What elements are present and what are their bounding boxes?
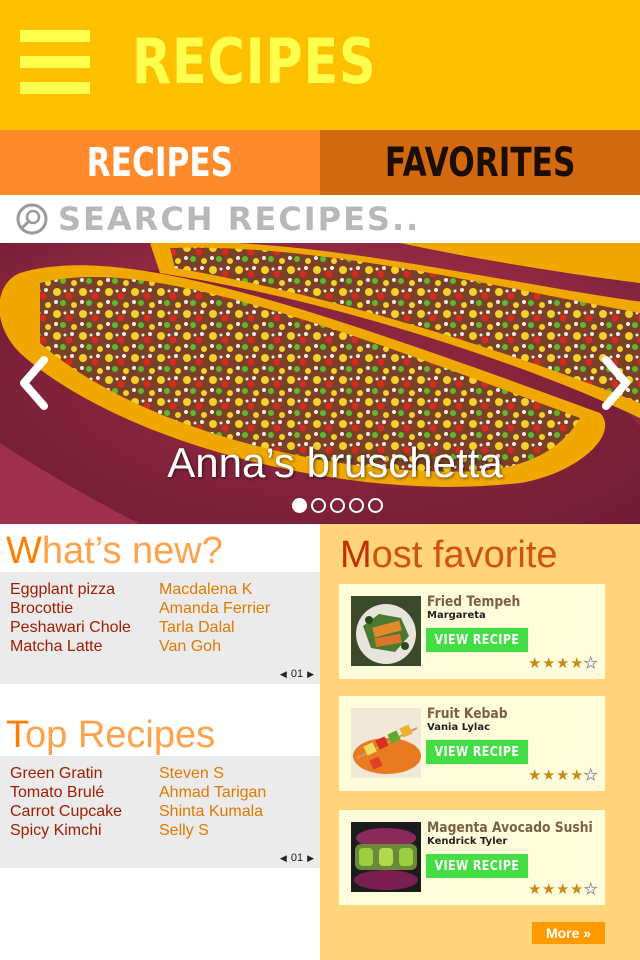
most-favorite-title: Most favorite	[340, 534, 558, 576]
list-item-author[interactable]: Macdalena K	[159, 580, 270, 599]
star-empty-icon: ★	[584, 767, 598, 784]
slider-dot[interactable]	[292, 498, 307, 513]
fried-tempeh-thumbnail	[351, 596, 421, 666]
prev-page-icon[interactable]: ◀	[280, 669, 287, 680]
whats-new-pager: ◀ 01 ▶	[280, 668, 314, 680]
list-item[interactable]: Brocottie	[10, 599, 131, 618]
hero-slider[interactable]: Anna’s bruschetta	[0, 243, 640, 524]
star-filled-icon: ★	[528, 655, 542, 672]
fruit-kebab-thumbnail	[351, 708, 421, 778]
list-item-author[interactable]: Steven S	[159, 764, 266, 783]
top-recipes-title: Top Recipes	[6, 714, 216, 756]
hamburger-menu-icon[interactable]	[20, 30, 90, 94]
tab-favorites[interactable]: FAVORITES	[320, 130, 640, 195]
star-filled-icon: ★	[542, 767, 556, 784]
tab-recipes-label: RECIPES	[86, 139, 234, 186]
hero-caption: Anna’s bruschetta	[167, 439, 503, 486]
list-item-author[interactable]: Shinta Kumala	[159, 802, 266, 821]
whats-new-list: Eggplant pizza Brocottie Peshawari Chole…	[0, 572, 320, 684]
view-recipe-button[interactable]: VIEW RECIPE	[426, 628, 528, 652]
star-filled-icon: ★	[570, 881, 584, 898]
app-header: RECIPES	[0, 0, 640, 130]
slider-dot[interactable]	[330, 498, 345, 513]
search-bar	[0, 195, 640, 243]
favorite-name: Fried Tempeh	[427, 594, 521, 610]
list-item[interactable]: Carrot Cupcake	[10, 802, 122, 821]
right-column: Most favorite Fried Tempeh Margareta VIE…	[320, 524, 640, 960]
slider-dot[interactable]	[349, 498, 364, 513]
star-empty-icon: ★	[584, 881, 598, 898]
favorite-name: Fruit Kebab	[427, 706, 508, 722]
list-item-author[interactable]: Tarla Dalal	[159, 618, 270, 637]
list-item-author[interactable]: Van Goh	[159, 637, 270, 656]
star-filled-icon: ★	[556, 881, 570, 898]
slider-dot[interactable]	[368, 498, 383, 513]
list-item[interactable]: Eggplant pizza	[10, 580, 131, 599]
list-item[interactable]: Spicy Kimchi	[10, 821, 122, 840]
slider-dot[interactable]	[311, 498, 326, 513]
rating-stars: ★ ★ ★ ★ ★	[528, 881, 598, 898]
star-filled-icon: ★	[542, 881, 556, 898]
chevron-left-icon[interactable]	[14, 348, 54, 418]
search-input[interactable]	[58, 197, 618, 241]
app-title: RECIPES	[132, 25, 377, 98]
favorite-author: Kendrick Tyler	[427, 836, 508, 847]
favorite-author: Margareta	[427, 610, 486, 621]
star-empty-icon: ★	[584, 655, 598, 672]
whats-new-authors: Macdalena K Amanda Ferrier Tarla Dalal V…	[159, 580, 270, 656]
star-filled-icon: ★	[542, 655, 556, 672]
star-filled-icon: ★	[528, 881, 542, 898]
slider-dots	[292, 498, 383, 514]
list-item[interactable]: Tomato Brulé	[10, 783, 122, 802]
view-recipe-button[interactable]: VIEW RECIPE	[426, 854, 528, 878]
next-page-icon[interactable]: ▶	[307, 853, 314, 864]
star-filled-icon: ★	[556, 655, 570, 672]
rating-stars: ★ ★ ★ ★ ★	[528, 655, 598, 672]
tab-bar: RECIPES FAVORITES	[0, 130, 640, 195]
magenta-avocado-sushi-thumbnail	[351, 822, 421, 892]
page-number: 01	[290, 852, 304, 864]
tab-recipes[interactable]: RECIPES	[0, 130, 320, 195]
list-item[interactable]: Matcha Latte	[10, 637, 131, 656]
chevron-right-icon[interactable]	[596, 348, 636, 418]
list-item[interactable]: Peshawari Chole	[10, 618, 131, 637]
whats-new-title: What’s new?	[6, 530, 223, 572]
top-recipes-pager: ◀ 01 ▶	[280, 852, 314, 864]
star-filled-icon: ★	[570, 655, 584, 672]
favorite-name: Magenta Avocado Sushi	[427, 820, 593, 836]
top-recipes-recipes: Green Gratin Tomato Brulé Carrot Cupcake…	[10, 764, 122, 840]
page-number: 01	[290, 668, 304, 680]
list-item[interactable]: Green Gratin	[10, 764, 122, 783]
star-filled-icon: ★	[556, 767, 570, 784]
top-recipes-authors: Steven S Ahmad Tarigan Shinta Kumala Sel…	[159, 764, 266, 840]
top-recipes-list: Green Gratin Tomato Brulé Carrot Cupcake…	[0, 756, 320, 868]
prev-page-icon[interactable]: ◀	[280, 853, 287, 864]
favorite-card[interactable]: Fruit Kebab Vania Lylac VIEW RECIPE ★ ★ ★ ★…	[339, 696, 605, 791]
more-button[interactable]: More »	[532, 922, 605, 944]
favorite-author: Vania Lylac	[427, 722, 491, 733]
view-recipe-button[interactable]: VIEW RECIPE	[426, 740, 528, 764]
list-item-author[interactable]: Ahmad Tarigan	[159, 783, 266, 802]
next-page-icon[interactable]: ▶	[307, 669, 314, 680]
left-column: What’s new? Eggplant pizza Brocottie Pes…	[0, 524, 320, 960]
favorite-card[interactable]: Magenta Avocado Sushi Kendrick Tyler VIE…	[339, 810, 605, 905]
tab-favorites-label: FAVORITES	[384, 139, 576, 186]
search-icon[interactable]	[16, 203, 48, 235]
list-item-author[interactable]: Amanda Ferrier	[159, 599, 270, 618]
favorite-card[interactable]: Fried Tempeh Margareta VIEW RECIPE ★ ★ ★ ★ ★	[339, 584, 605, 679]
whats-new-recipes: Eggplant pizza Brocottie Peshawari Chole…	[10, 580, 131, 656]
star-filled-icon: ★	[570, 767, 584, 784]
rating-stars: ★ ★ ★ ★ ★	[528, 767, 598, 784]
list-item-author[interactable]: Selly S	[159, 821, 266, 840]
star-filled-icon: ★	[528, 767, 542, 784]
